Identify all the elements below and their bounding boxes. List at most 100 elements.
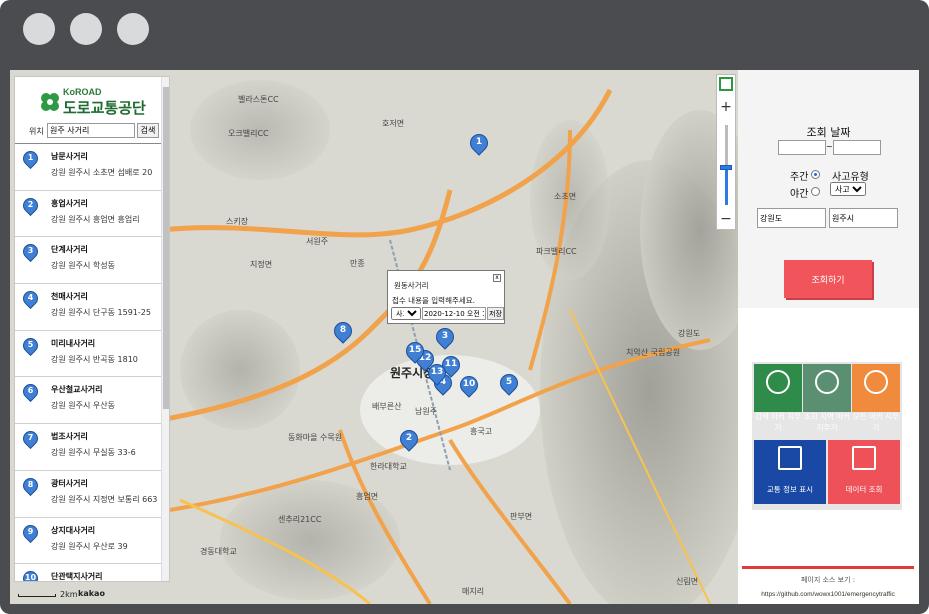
list-item[interactable]: 5 미리내사거리 강원 원주시 반곡동 1810 (15, 331, 161, 378)
report-popup: 원동사거리 x 접수 내용을 입력해주세요. 사고 저장 (387, 270, 505, 324)
marker-icon: 4 (19, 287, 42, 313)
list-item-address: 강원 원주시 학성동 (51, 261, 115, 271)
kakao-map[interactable]: 벨라스톤CC 오크밸리CC 호저면 소초면 지정면 흥업면 판부면 신림면 치악… (10, 70, 738, 604)
map-place-label: 오크밸리CC (228, 129, 269, 138)
source-link[interactable]: https://github.com/wowx1001/emergencytra… (742, 591, 914, 598)
popup-datetime-input[interactable] (422, 307, 486, 320)
search-label: 위치 (29, 127, 44, 136)
list-item[interactable]: 10 단관택지사거리 (15, 564, 161, 582)
traffic-info-button[interactable]: 교통 정보 표시 (754, 440, 826, 504)
map-place-label: 판부면 (510, 512, 533, 521)
end-date-input[interactable] (833, 140, 881, 155)
daytime-label: 주간 (790, 172, 809, 183)
map-marker[interactable]: 5 (496, 370, 522, 400)
search-button[interactable]: 검색 (137, 123, 159, 138)
nighttime-radio[interactable] (811, 187, 820, 196)
clear-all-markers-button[interactable]: 모든 마커 지우기 (852, 364, 900, 432)
list-item[interactable]: 6 우산철교사거리 강원 원주시 우산동 (15, 377, 161, 425)
map-marker[interactable]: 2 (396, 426, 422, 456)
marker-icon: 7 (19, 428, 42, 453)
map-place-label: 센추리21CC (278, 515, 322, 524)
nighttime-label: 야간 (790, 189, 809, 200)
scrollbar-thumb[interactable] (163, 87, 169, 409)
window-minimize-dot[interactable] (70, 13, 102, 45)
source-label: 페이지 소스 보기 : (800, 576, 856, 584)
list-item[interactable]: 2 흥업사거리 강원 원주시 흥업면 흥업리 (15, 191, 161, 238)
marker-icon: 8 (19, 474, 42, 500)
list-item-title: 단관택지사거리 (51, 572, 103, 582)
marker-icon: 10 (19, 568, 42, 581)
map-marker[interactable]: 1 (466, 130, 492, 160)
list-item-address: 강원 원주시 우산로 39 (51, 541, 128, 551)
save-icon[interactable] (719, 77, 733, 91)
list-item[interactable]: 9 상지대사거리 강원 원주시 우산로 39 (15, 518, 161, 565)
marker-icon: 6 (19, 381, 42, 406)
monitor-icon (778, 446, 802, 470)
zoom-in-button[interactable]: + (717, 99, 735, 115)
close-icon[interactable]: x (493, 274, 501, 282)
map-place-label: 만종 (350, 259, 365, 268)
list-item-title: 단계사거리 (51, 245, 88, 255)
document-icon (852, 446, 876, 470)
zoom-slider-fill (725, 167, 728, 205)
zoom-control: + − (716, 74, 736, 230)
query-button[interactable]: 조회하기 (784, 260, 872, 298)
zoom-slider-handle[interactable] (720, 165, 732, 170)
search-input[interactable] (47, 123, 135, 138)
city-input[interactable] (829, 208, 898, 228)
map-place-label: 신림면 (676, 577, 699, 586)
map-marker[interactable]: 10 (456, 372, 482, 402)
data-query-button[interactable]: 데이터 조회 (828, 440, 900, 504)
list-item[interactable]: 3 단계사거리 강원 원주시 학성동 (15, 237, 161, 285)
query-date-title: 조회 날짜 (806, 126, 851, 139)
list-item-title: 남문사거리 (51, 152, 88, 161)
list-item-title: 흥업사거리 (51, 198, 88, 208)
province-input[interactable] (757, 208, 826, 228)
map-brand: kakao (78, 589, 105, 598)
list-item-address: 강원 원주시 우산동 (51, 401, 115, 411)
map-marker[interactable]: 15 (402, 338, 428, 368)
date-separator: ~ (826, 142, 833, 151)
map-place-label: 흥국고 (470, 427, 493, 436)
window-close-dot[interactable] (23, 13, 55, 45)
koroad-logo: KoROAD 도로교통공단 (39, 85, 149, 119)
action-tiles: 검색 마커 지우기 조회 지역 마커 지우기 모든 마커 지우기 교통 정보 표… (752, 362, 902, 510)
map-place-label: 파크밸리CC (536, 247, 577, 256)
map-marker[interactable]: 13 (424, 360, 450, 390)
zoom-out-button[interactable]: − (717, 211, 735, 227)
logo-english: KoROAD (63, 87, 102, 97)
popup-message: 접수 내용을 입력해주세요. (392, 296, 476, 305)
list-item-address: 강원 원주시 지정면 보통리 663 (51, 494, 158, 504)
location-search: 위치 검색 (23, 123, 163, 139)
popup-type-select[interactable]: 사고 (391, 307, 421, 320)
all-markers-icon (864, 370, 888, 394)
list-item[interactable]: 4 천매사거리 강원 원주시 단구동 1591-25 (15, 284, 161, 331)
list-item[interactable]: 1 남문사거리 강원 원주시 소초면 섬배로 20 (15, 144, 161, 191)
window-maximize-dot[interactable] (117, 13, 149, 45)
no-marker-icon (766, 370, 790, 394)
page-source: 페이지 소스 보기 : https://github.com/wowx1001/… (742, 566, 914, 598)
list-item-title: 미리내사거리 (51, 338, 96, 348)
map-marker[interactable]: 3 (432, 324, 458, 354)
no-marker-icon (815, 370, 839, 394)
list-item-address: 강원 원주시 소초면 섬배로 20 (51, 168, 153, 177)
list-item[interactable]: 8 광터사거리 강원 원주시 지정면 보통리 663 (15, 471, 161, 518)
start-date-input[interactable] (778, 140, 826, 155)
list-item[interactable]: 7 법조사거리 강원 원주시 무실동 33-6 (15, 424, 161, 471)
list-item-address: 강원 원주시 무실동 33-6 (51, 448, 136, 458)
result-list: 1 남문사거리 강원 원주시 소초면 섬배로 20 2 흥업사거리 강원 원주시… (15, 143, 161, 582)
map-place-label: 스키장 (226, 217, 249, 226)
list-item-address: 강원 원주시 반곡동 1810 (51, 354, 138, 364)
daytime-radio[interactable] (811, 170, 820, 179)
list-scrollbar[interactable] (161, 77, 169, 581)
popup-save-button[interactable]: 저장 (487, 307, 504, 320)
clear-search-markers-button[interactable]: 검색 마커 지우기 (754, 364, 802, 432)
marker-icon: 1 (19, 147, 42, 173)
query-form: 조회 날짜 ~ 주간 야간 사고유형 사고 조회하기 (738, 70, 919, 308)
list-item-title: 법조사거리 (51, 432, 88, 442)
browser-window: 벨라스톤CC 오크밸리CC 호저면 소초면 지정면 흥업면 판부면 신림면 치악… (0, 0, 929, 614)
accident-type-select[interactable]: 사고 (830, 182, 866, 196)
map-marker[interactable]: 8 (330, 318, 356, 348)
clear-query-markers-button[interactable]: 조회 지역 마커 지우기 (803, 364, 851, 432)
map-place-label: 경동대학교 (200, 547, 237, 556)
